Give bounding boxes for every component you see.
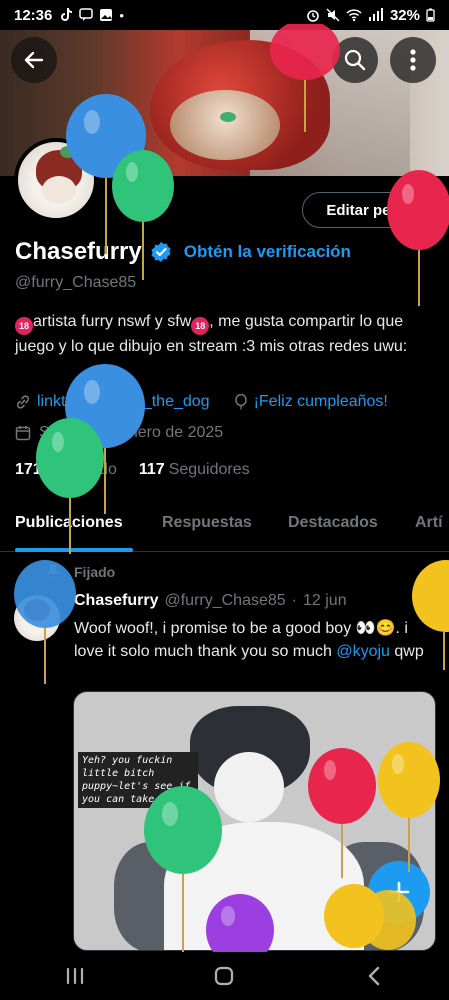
chevron-left-icon	[368, 966, 380, 986]
mute-icon	[326, 8, 340, 22]
dot-icon: •	[119, 7, 124, 23]
post-separator: ·	[291, 592, 297, 609]
more-options-button[interactable]	[390, 37, 436, 83]
battery-level: 32%	[389, 6, 420, 24]
balloon-green-2	[36, 418, 104, 554]
gallery-icon	[100, 9, 113, 21]
status-time: 12:36	[14, 6, 53, 24]
post-date[interactable]: 12 jun	[303, 592, 347, 610]
wifi-icon	[346, 9, 362, 22]
balloon-yellow-bottom	[324, 884, 416, 950]
birthday-label[interactable]: ¡Feliz cumpleaños!	[254, 393, 388, 411]
back-button[interactable]	[11, 37, 57, 83]
image-wolf-face	[214, 752, 284, 822]
adults-only-icon: 18	[15, 317, 33, 335]
get-verified-link[interactable]: Obtén la verificación	[184, 242, 351, 262]
balloon-green-1	[112, 150, 174, 280]
more-vertical-icon	[410, 49, 416, 71]
link-icon	[16, 395, 30, 409]
banner-character-face	[170, 90, 280, 160]
recent-apps-icon	[66, 967, 83, 985]
balloon-red-media	[308, 748, 376, 878]
post-mention[interactable]: @kyoju	[336, 643, 390, 660]
post-author-handle[interactable]: @furry_Chase85	[164, 592, 285, 610]
banner-character-eye	[220, 112, 236, 122]
followers-label: Seguidores	[168, 461, 250, 478]
arrow-left-icon	[24, 51, 44, 69]
balloon-red-right	[387, 170, 449, 306]
balloon-yellow-right	[412, 560, 449, 670]
post-header: Chasefurry @furry_Chase85 · 12 jun	[74, 592, 347, 610]
adults-only-icon-2: 18	[191, 317, 210, 335]
tab-articles[interactable]: Artí	[415, 514, 443, 532]
post-text: Woof woof!, i promise to be a good boy 👀…	[74, 617, 439, 663]
signal-icon	[368, 8, 383, 21]
balloon-blue-3	[14, 560, 76, 684]
tab-highlights[interactable]: Destacados	[288, 514, 378, 532]
search-icon	[344, 49, 366, 71]
status-bar: 12:36 • 32%	[0, 0, 449, 30]
system-nav-bar	[0, 952, 449, 1000]
post-author-name[interactable]: Chasefurry	[74, 592, 158, 610]
alarm-icon	[307, 10, 319, 22]
battery-icon	[426, 8, 435, 22]
followers-stat[interactable]: 117 Seguidores	[139, 461, 250, 479]
tab-replies[interactable]: Respuestas	[162, 514, 252, 532]
balloon-icon	[234, 394, 247, 410]
calendar-icon	[15, 426, 31, 441]
profile-bio: 18 artista furry nswf y sfw 18, me gusta c…	[15, 310, 435, 358]
recent-apps-button[interactable]	[45, 956, 105, 996]
system-back-button[interactable]	[344, 956, 404, 996]
balloon-yellow-media	[378, 742, 440, 872]
balloon-purple	[206, 894, 274, 952]
home-button[interactable]	[194, 956, 254, 996]
home-icon	[215, 966, 234, 986]
balloon-red-top	[270, 24, 340, 132]
pinned-label: Fijado	[74, 564, 116, 580]
notification-icons: •	[60, 8, 124, 23]
message-icon	[79, 8, 94, 21]
tiktok-icon	[61, 8, 73, 21]
bio-text-part1: artista furry nswf y sfw	[33, 313, 192, 330]
